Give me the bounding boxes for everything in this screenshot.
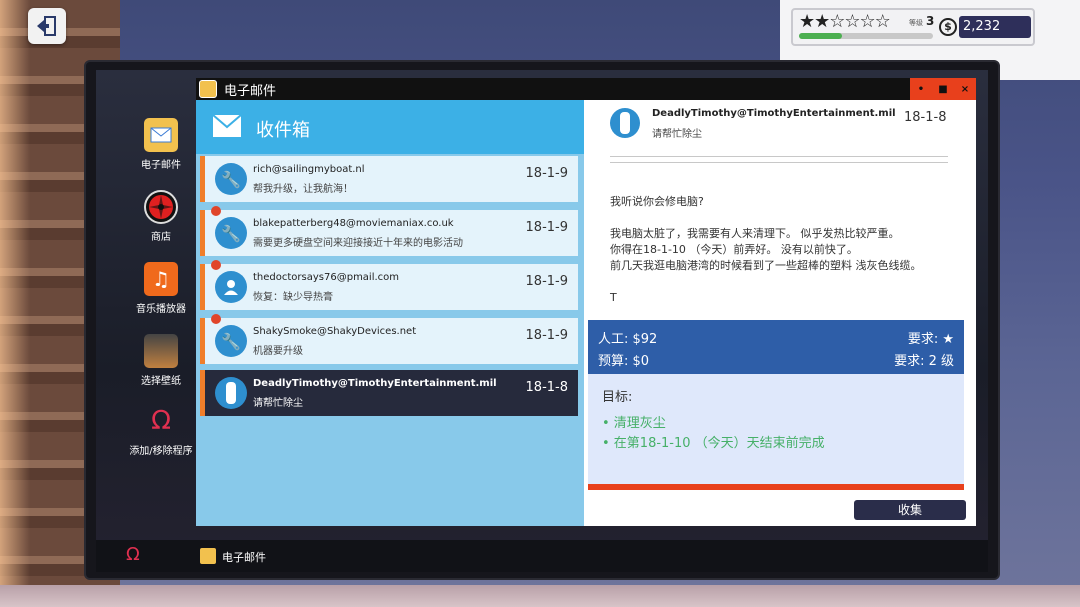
taskbar-email-icon[interactable] bbox=[200, 548, 216, 564]
wallpaper-icon bbox=[144, 334, 178, 368]
inbox-title: 收件箱 bbox=[256, 120, 310, 141]
mail-from: DeadlyTimothy@TimothyEntertainment.mil bbox=[253, 378, 497, 389]
money-value: 2,232 bbox=[959, 16, 1031, 38]
goals-panel: 目标: • 清理灰尘 • 在第18-1-10 （今天）天结束前完成 bbox=[588, 374, 964, 490]
minimize-button[interactable]: • bbox=[910, 78, 932, 100]
desktop-icon-shop[interactable]: 商店 bbox=[118, 190, 204, 243]
message-date: 18-1-8 bbox=[904, 110, 947, 125]
mail-from: thedoctorsays76@pmail.com bbox=[253, 272, 400, 283]
inbox-header: 收件箱 bbox=[196, 100, 584, 154]
mail-date: 18-1-9 bbox=[525, 274, 568, 289]
mail-from: rich@sailingmyboat.nl bbox=[253, 164, 365, 175]
mail-item[interactable]: 🔧 blakepatterberg48@moviemaniax.co.uk 需要… bbox=[200, 206, 578, 256]
mail-from: ShakySmoke@ShakyDevices.net bbox=[253, 326, 417, 337]
goal-item: • 在第18-1-10 （今天）天结束前完成 bbox=[602, 436, 825, 451]
required-stars: 要求: ★ bbox=[907, 332, 954, 347]
mail-subject: 请帮忙除尘 bbox=[253, 398, 303, 409]
unread-dot bbox=[211, 206, 221, 216]
desktop-icon-email[interactable]: 电子邮件 bbox=[118, 118, 204, 171]
music-icon: ♫ bbox=[144, 262, 178, 296]
mail-from: blakepatterberg48@moviemaniax.co.uk bbox=[253, 218, 454, 229]
mail-date: 18-1-9 bbox=[525, 328, 568, 343]
mail-subject: 机器要升级 bbox=[253, 346, 303, 357]
mail-date: 18-1-9 bbox=[525, 220, 568, 235]
email-window: 电子邮件 • ■ × 收件箱 🔧 rich@sailingmyboat.nl 帮… bbox=[196, 78, 976, 526]
divider bbox=[610, 156, 948, 157]
room-light bbox=[0, 0, 30, 607]
mail-item-selected[interactable]: DeadlyTimothy@TimothyEntertainment.mil 请… bbox=[200, 370, 578, 416]
window-titlebar[interactable]: 电子邮件 • ■ × bbox=[196, 78, 976, 100]
message-from: DeadlyTimothy@TimothyEntertainment.mil bbox=[652, 108, 896, 119]
mail-date: 18-1-8 bbox=[525, 380, 568, 395]
exit-door-icon bbox=[37, 16, 56, 36]
body-line: 前几天我逛电脑港湾的时候看到了一些超棒的塑料 浅灰色线缆。 bbox=[610, 259, 922, 272]
maximize-button[interactable]: ■ bbox=[932, 78, 954, 100]
message-body: 我听说你会修电脑? 我电脑太脏了，我需要有人来清理下。 似乎发热比较严重。 你得… bbox=[610, 194, 950, 306]
desktop-icon-label: 音乐播放器 bbox=[136, 304, 186, 315]
goals-label: 目标: bbox=[602, 390, 633, 405]
desktop-icon-label: 选择壁纸 bbox=[141, 376, 181, 387]
body-line bbox=[610, 210, 950, 226]
envelope-icon bbox=[212, 114, 242, 137]
omega-icon: Ω bbox=[151, 406, 171, 436]
body-line bbox=[610, 274, 950, 290]
divider bbox=[610, 162, 948, 163]
coin-icon: $ bbox=[939, 18, 957, 36]
window-title: 电子邮件 bbox=[224, 84, 277, 99]
body-line: 我听说你会修电脑? bbox=[610, 195, 704, 208]
labor-pay: 人工: $92 bbox=[598, 332, 658, 347]
xp-bar-fill bbox=[799, 33, 842, 39]
collect-button[interactable]: 收集 bbox=[854, 500, 966, 520]
job-info-panel: 人工: $92 预算: $0 要求: ★ 要求: 2 级 bbox=[588, 320, 964, 374]
start-omega-icon[interactable]: Ω bbox=[126, 544, 140, 565]
unread-dot bbox=[211, 260, 221, 270]
body-line: 你得在18-1-10 （今天）前弄好。 没有以前快了。 bbox=[610, 243, 858, 256]
taskbar-app-label[interactable]: 电子邮件 bbox=[222, 549, 266, 565]
email-icon bbox=[144, 118, 178, 152]
mail-date: 18-1-9 bbox=[525, 166, 568, 181]
mail-subject: 需要更多硬盘空间来迎接接近十年来的电影活动 bbox=[253, 238, 463, 249]
exit-button[interactable] bbox=[28, 8, 66, 44]
email-app-icon bbox=[199, 80, 217, 98]
wrench-icon: 🔧 bbox=[215, 163, 247, 195]
desktop-icon-label: 商店 bbox=[151, 232, 171, 243]
wrench-icon: 🔧 bbox=[215, 325, 247, 357]
inbox-pane: 收件箱 🔧 rich@sailingmyboat.nl 帮我升级，让我航海！ 1… bbox=[196, 100, 584, 526]
accent-bar bbox=[588, 484, 964, 490]
person-icon bbox=[215, 271, 247, 303]
xp-bar bbox=[799, 33, 933, 39]
desktop-icon-label: 电子邮件 bbox=[141, 160, 181, 171]
mail-subject: 恢复：缺少导热膏 bbox=[253, 292, 333, 303]
level-value: 3 bbox=[926, 14, 935, 28]
body-line: T bbox=[610, 291, 617, 304]
desktop-icon-programs[interactable]: Ω 添加/移除程序 bbox=[118, 404, 204, 457]
reputation-stars: ★★☆☆☆☆ bbox=[799, 11, 891, 32]
message-subject: 请帮忙除尘 bbox=[652, 129, 702, 140]
message-header: DeadlyTimothy@TimothyEntertainment.mil 请… bbox=[590, 100, 970, 160]
unread-dot bbox=[211, 314, 221, 324]
desktop-icon-wallpaper[interactable]: 选择壁纸 bbox=[118, 334, 204, 387]
level-label: 等级 bbox=[909, 19, 923, 27]
message-pane: DeadlyTimothy@TimothyEntertainment.mil 请… bbox=[584, 100, 976, 526]
body-line: 我电脑太脏了，我需要有人来清理下。 似乎发热比较严重。 bbox=[610, 227, 900, 240]
goal-item: • 清理灰尘 bbox=[602, 416, 666, 431]
close-button[interactable]: × bbox=[954, 78, 976, 100]
desktop-icon-music[interactable]: ♫ 音乐播放器 bbox=[118, 262, 204, 315]
status-hud: ★★☆☆☆☆ 等级 3 $ 2,232 bbox=[791, 8, 1035, 46]
desktop-icon-label: 添加/移除程序 bbox=[129, 446, 193, 457]
budget: 预算: $0 bbox=[598, 354, 650, 369]
mail-item[interactable]: 🔧 ShakySmoke@ShakyDevices.net 机器要升级 18-1… bbox=[200, 314, 578, 364]
mail-item[interactable]: thedoctorsays76@pmail.com 恢复：缺少导热膏 18-1-… bbox=[200, 260, 578, 310]
mail-subject: 帮我升级，让我航海！ bbox=[253, 184, 353, 195]
wrench-icon: 🔧 bbox=[215, 217, 247, 249]
desk bbox=[0, 585, 1080, 607]
shop-fan-icon bbox=[144, 190, 178, 224]
timothy-avatar-icon bbox=[215, 377, 247, 409]
required-level: 要求: 2 级 bbox=[894, 354, 954, 369]
taskbar: Ω 电子邮件 bbox=[96, 540, 988, 572]
window-controls: • ■ × bbox=[910, 78, 976, 100]
sender-avatar bbox=[610, 108, 640, 138]
mail-item[interactable]: 🔧 rich@sailingmyboat.nl 帮我升级，让我航海！ 18-1-… bbox=[200, 156, 578, 202]
